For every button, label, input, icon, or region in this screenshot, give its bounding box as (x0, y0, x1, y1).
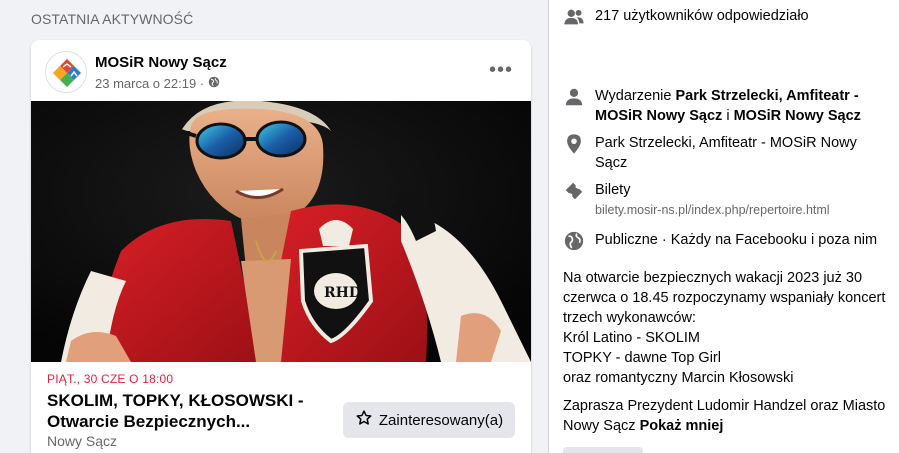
host-join: i (722, 108, 734, 124)
post-meta: 23 marca o 22:19 · (95, 76, 220, 91)
tickets-label: Bilety (595, 182, 631, 198)
responded-row: 217 użytkowników odpowiedziało (563, 6, 883, 28)
location-row: Park Strzelecki, Amfiteatr - MOSiR Nowy … (563, 133, 883, 173)
page-name[interactable]: MOSiR Nowy Sącz (95, 54, 227, 71)
more-options-button[interactable]: ••• (487, 58, 515, 82)
person-icon (563, 86, 585, 108)
page-avatar[interactable] (45, 51, 87, 93)
post-header: MOSiR Nowy Sącz 23 marca o 22:19 · ••• (31, 40, 531, 101)
location-pin-icon (563, 133, 585, 155)
globe-icon (208, 76, 220, 91)
event-location: Nowy Sącz (47, 433, 118, 449)
svg-text:RHD: RHD (324, 285, 361, 301)
description-paragraph-2: Zaprasza Prezydent Ludomir Handzel oraz … (563, 396, 888, 436)
star-icon (355, 409, 373, 431)
tickets-row: Bilety bilety.mosir-ns.pl/index.php/repe… (563, 180, 883, 220)
privacy-text: Publiczne · Każdy na Facebooku i poza ni… (595, 232, 878, 248)
event-cover-photo[interactable]: RHD (31, 101, 531, 362)
interested-button[interactable]: Zainteresowany(a) (343, 402, 515, 438)
privacy-row: Publiczne · Każdy na Facebooku i poza ni… (563, 230, 883, 252)
ticket-icon (563, 180, 585, 202)
post-time[interactable]: 23 marca o 22:19 · (95, 76, 204, 91)
host-name2-link[interactable]: MOSiR Nowy Sącz (734, 108, 861, 124)
event-title[interactable]: SKOLIM, TOPKY, KŁOSOWSKI - Otwarcie Bezp… (47, 390, 327, 432)
tickets-block: Bilety bilety.mosir-ns.pl/index.php/repe… (595, 180, 830, 220)
host-row: Wydarzenie Park Strzelecki, Amfiteatr - … (563, 86, 883, 126)
host-text: Wydarzenie Park Strzelecki, Amfiteatr - … (595, 86, 883, 126)
recent-activity-panel: OSTATNIA AKTYWNOŚĆ MOSiR Nowy Sącz 23 ma… (0, 0, 548, 453)
post-card: MOSiR Nowy Sącz 23 marca o 22:19 · ••• R… (31, 40, 531, 453)
event-details-panel: 217 użytkowników odpowiedziało Wydarzeni… (549, 0, 899, 453)
responded-count[interactable]: 217 użytkowników odpowiedziało (595, 6, 809, 26)
event-description: Na otwarcie bezpiecznych wakacji 2023 ju… (563, 268, 888, 436)
see-less-button[interactable]: Pokaż mniej (640, 418, 724, 434)
performer-photo: RHD (31, 101, 531, 362)
description-paragraph-1: Na otwarcie bezpiecznych wakacji 2023 ju… (563, 270, 886, 386)
mosir-logo-icon (46, 52, 86, 92)
tickets-url[interactable]: bilety.mosir-ns.pl/index.php/repertoire.… (595, 200, 830, 220)
interested-label: Zainteresowany(a) (378, 411, 504, 429)
section-title: OSTATNIA AKTYWNOŚĆ (31, 11, 194, 27)
globe-icon (563, 230, 585, 252)
description-text-2: Zaprasza Prezydent Ludomir Handzel oraz … (563, 398, 886, 434)
partial-button[interactable] (563, 447, 643, 453)
event-date: PIĄT., 30 CZE O 18:00 (47, 372, 174, 386)
host-prefix: Wydarzenie (595, 88, 676, 104)
people-icon (563, 6, 585, 28)
location-link[interactable]: Park Strzelecki, Amfiteatr - MOSiR Nowy … (595, 133, 883, 173)
